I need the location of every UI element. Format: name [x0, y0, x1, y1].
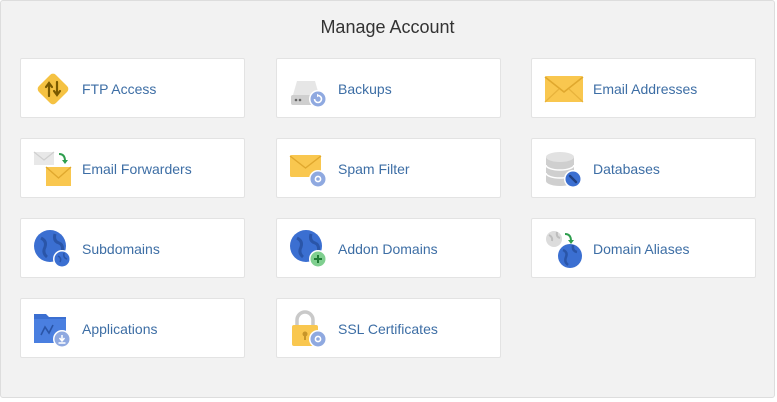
ftp-access-tile[interactable]: FTP Access: [20, 58, 245, 118]
addon-domains-tile[interactable]: Addon Domains: [276, 218, 501, 278]
manage-account-panel: Manage Account FTP Access Backups Email …: [0, 0, 775, 398]
tile-label: Backups: [338, 81, 392, 97]
tile-label: FTP Access: [82, 81, 157, 97]
databases-icon: [544, 149, 584, 189]
subdomains-tile[interactable]: Subdomains: [20, 218, 245, 278]
ssl-certificates-tile[interactable]: SSL Certificates: [276, 298, 501, 358]
applications-tile[interactable]: Applications: [20, 298, 245, 358]
email-forwarders-icon: [33, 149, 73, 189]
email-icon: [544, 69, 584, 109]
spam-filter-icon: [289, 149, 329, 189]
tile-label: SSL Certificates: [338, 321, 438, 337]
tile-label: Subdomains: [82, 241, 160, 257]
tile-label: Spam Filter: [338, 161, 410, 177]
spam-filter-tile[interactable]: Spam Filter: [276, 138, 501, 198]
tile-label: Applications: [82, 321, 158, 337]
tile-label: Addon Domains: [338, 241, 438, 257]
applications-icon: [33, 309, 73, 349]
backups-tile[interactable]: Backups: [276, 58, 501, 118]
domain-aliases-icon: [544, 229, 584, 269]
backups-icon: [289, 69, 329, 109]
tile-label: Databases: [593, 161, 660, 177]
subdomains-icon: [33, 229, 73, 269]
email-addresses-tile[interactable]: Email Addresses: [531, 58, 756, 118]
addon-domains-icon: [289, 229, 329, 269]
tile-label: Email Forwarders: [82, 161, 192, 177]
email-forwarders-tile[interactable]: Email Forwarders: [20, 138, 245, 198]
domain-aliases-tile[interactable]: Domain Aliases: [531, 218, 756, 278]
tile-label: Domain Aliases: [593, 241, 690, 257]
panel-title: Manage Account: [320, 17, 455, 37]
ssl-certificates-icon: [289, 309, 329, 349]
ftp-icon: [33, 69, 73, 109]
tile-label: Email Addresses: [593, 81, 698, 97]
databases-tile[interactable]: Databases: [531, 138, 756, 198]
